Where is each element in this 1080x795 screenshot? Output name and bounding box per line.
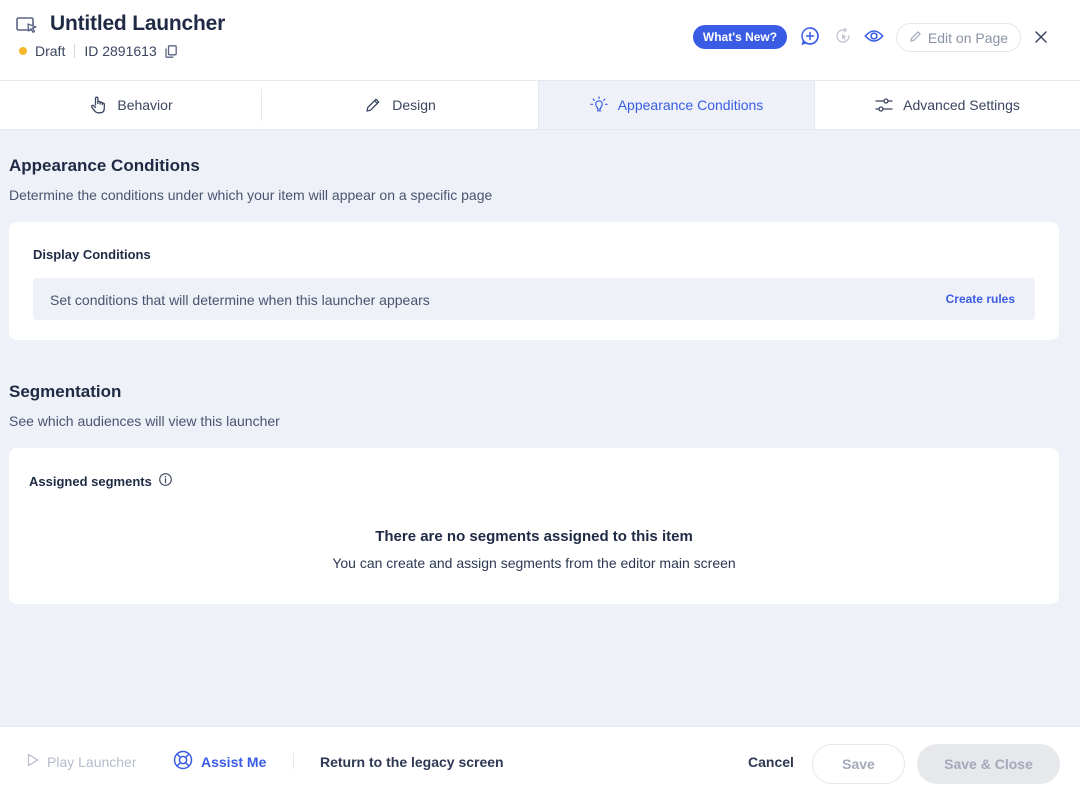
main-content: Appearance Conditions Determine the cond… xyxy=(0,130,1080,726)
tab-advanced-settings-label: Advanced Settings xyxy=(903,97,1020,113)
launcher-icon xyxy=(16,16,38,34)
close-icon[interactable] xyxy=(1032,28,1050,46)
appearance-title: Appearance Conditions xyxy=(9,156,200,175)
copy-icon[interactable] xyxy=(165,44,177,58)
play-launcher-button[interactable]: Play Launcher xyxy=(27,727,137,795)
assigned-segments-label: Assigned segments xyxy=(29,473,152,489)
display-conditions-text: Set conditions that will determine when … xyxy=(50,292,430,308)
display-conditions-card: Display Conditions Set conditions that w… xyxy=(9,222,1059,340)
display-conditions-bar: Set conditions that will determine when … xyxy=(33,278,1035,320)
header: Untitled Launcher Draft ID 2891613 What'… xyxy=(0,0,1080,81)
status-dot xyxy=(19,47,27,55)
add-circle-icon[interactable] xyxy=(800,26,820,46)
tab-design-label: Design xyxy=(392,97,436,113)
tab-behavior-label: Behavior xyxy=(117,97,173,113)
footer-divider xyxy=(293,753,294,769)
edit-on-page-button[interactable]: Edit on Page xyxy=(896,23,1021,52)
status-text: Draft xyxy=(35,43,66,59)
assist-me-label: Assist Me xyxy=(201,753,267,770)
lifebuoy-icon xyxy=(173,750,193,773)
appearance-subtitle: Determine the conditions under which you… xyxy=(9,187,493,203)
eye-icon[interactable] xyxy=(864,26,884,46)
page-title: Untitled Launcher xyxy=(50,12,226,35)
save-close-button[interactable]: Save & Close xyxy=(917,744,1060,784)
tab-appearance-conditions-label: Appearance Conditions xyxy=(617,97,764,113)
assigned-segments-header: Assigned segments xyxy=(29,473,172,489)
play-launcher-label: Play Launcher xyxy=(47,753,137,770)
assigned-segments-card: Assigned segments There are no segments … xyxy=(9,448,1059,604)
sliders-icon xyxy=(875,96,893,114)
segmentation-title: Segmentation xyxy=(9,382,122,401)
cancel-button[interactable]: Cancel xyxy=(748,727,794,795)
legacy-screen-link[interactable]: Return to the legacy screen xyxy=(320,727,504,795)
info-icon[interactable] xyxy=(158,473,172,489)
tab-design[interactable]: Design xyxy=(262,81,538,129)
empty-state-title: There are no segments assigned to this i… xyxy=(375,528,693,545)
create-rules-link[interactable]: Create rules xyxy=(946,292,1015,306)
pencil-icon xyxy=(364,96,382,114)
tab-bar: Behavior Design Appearance Conditions Ad… xyxy=(0,81,1080,130)
segmentation-subtitle: See which audiences will view this launc… xyxy=(9,413,280,429)
pencil-icon xyxy=(909,30,922,46)
play-icon xyxy=(27,753,39,770)
tab-behavior[interactable]: Behavior xyxy=(0,81,262,129)
meta-divider xyxy=(74,44,76,58)
item-id: ID 2891613 xyxy=(84,43,157,59)
tab-advanced-settings[interactable]: Advanced Settings xyxy=(815,81,1080,129)
assist-me-button[interactable]: Assist Me xyxy=(173,727,266,795)
empty-state-subtitle: You can create and assign segments from … xyxy=(332,555,736,571)
refresh-icon[interactable] xyxy=(833,26,853,46)
edit-on-page-label: Edit on Page xyxy=(927,29,1009,46)
whats-new-button[interactable]: What's New? xyxy=(693,25,787,49)
hand-pointer-icon xyxy=(89,96,107,114)
display-conditions-label: Display Conditions xyxy=(33,247,151,262)
footer: Play Launcher Assist Me Return to the le… xyxy=(0,726,1080,795)
lightbulb-icon xyxy=(590,96,608,114)
tab-appearance-conditions[interactable]: Appearance Conditions xyxy=(538,81,815,129)
save-button[interactable]: Save xyxy=(812,744,905,784)
item-meta: Draft ID 2891613 xyxy=(19,43,177,59)
